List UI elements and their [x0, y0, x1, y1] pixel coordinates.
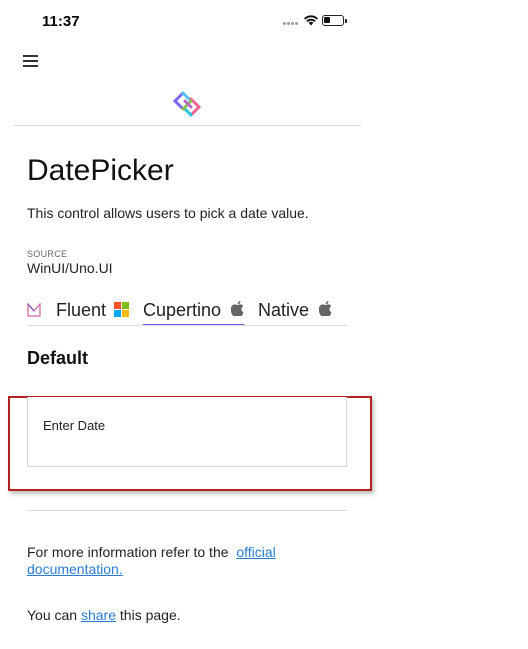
- tab-native[interactable]: Native: [258, 294, 309, 326]
- wifi-icon: [303, 13, 319, 31]
- share-text: You can share this page.: [27, 607, 181, 623]
- section-title: Default: [27, 348, 89, 368]
- share-prefix: You can: [27, 607, 81, 623]
- status-bar: 11:37: [0, 0, 528, 44]
- status-time: 11:37: [42, 13, 80, 30]
- tab-cupertino[interactable]: Cupertino: [143, 294, 244, 326]
- date-picker-field[interactable]: Enter Date: [27, 397, 347, 467]
- info-prefix: For more information refer to the: [27, 544, 237, 560]
- tab-label: Native: [258, 299, 310, 320]
- share-suffix: this page.: [116, 607, 181, 623]
- signal-dots-icon: [283, 22, 299, 26]
- apple-logo-icon: [230, 300, 244, 321]
- hamburger-menu-icon: [23, 55, 38, 57]
- tab-label: Fluent: [56, 299, 107, 320]
- tab-fluent[interactable]: Fluent: [56, 294, 106, 326]
- date-picker-placeholder: Enter Date: [43, 418, 106, 433]
- source-label: SOURCE: [27, 249, 68, 259]
- tab-label: Cupertino: [143, 299, 222, 320]
- tabs-divider: [27, 325, 347, 326]
- windows-logo-icon: [114, 302, 129, 322]
- page-title: DatePicker: [27, 154, 174, 187]
- source-value: WinUI/Uno.UI: [27, 260, 113, 276]
- info-text: For more information refer to the offici…: [27, 544, 327, 578]
- header-divider: [14, 125, 361, 126]
- apple-logo-icon: [318, 300, 332, 321]
- page-description: This control allows users to pick a date…: [27, 205, 309, 221]
- menu-button[interactable]: [20, 50, 42, 70]
- material-m-logo-icon: [27, 302, 41, 322]
- design-tabs: Fluent Cupertino Native: [27, 294, 347, 326]
- content-divider: [27, 510, 347, 511]
- share-link[interactable]: share: [81, 607, 116, 623]
- uno-platform-logo-icon: [172, 90, 202, 118]
- battery-icon: [322, 15, 347, 26]
